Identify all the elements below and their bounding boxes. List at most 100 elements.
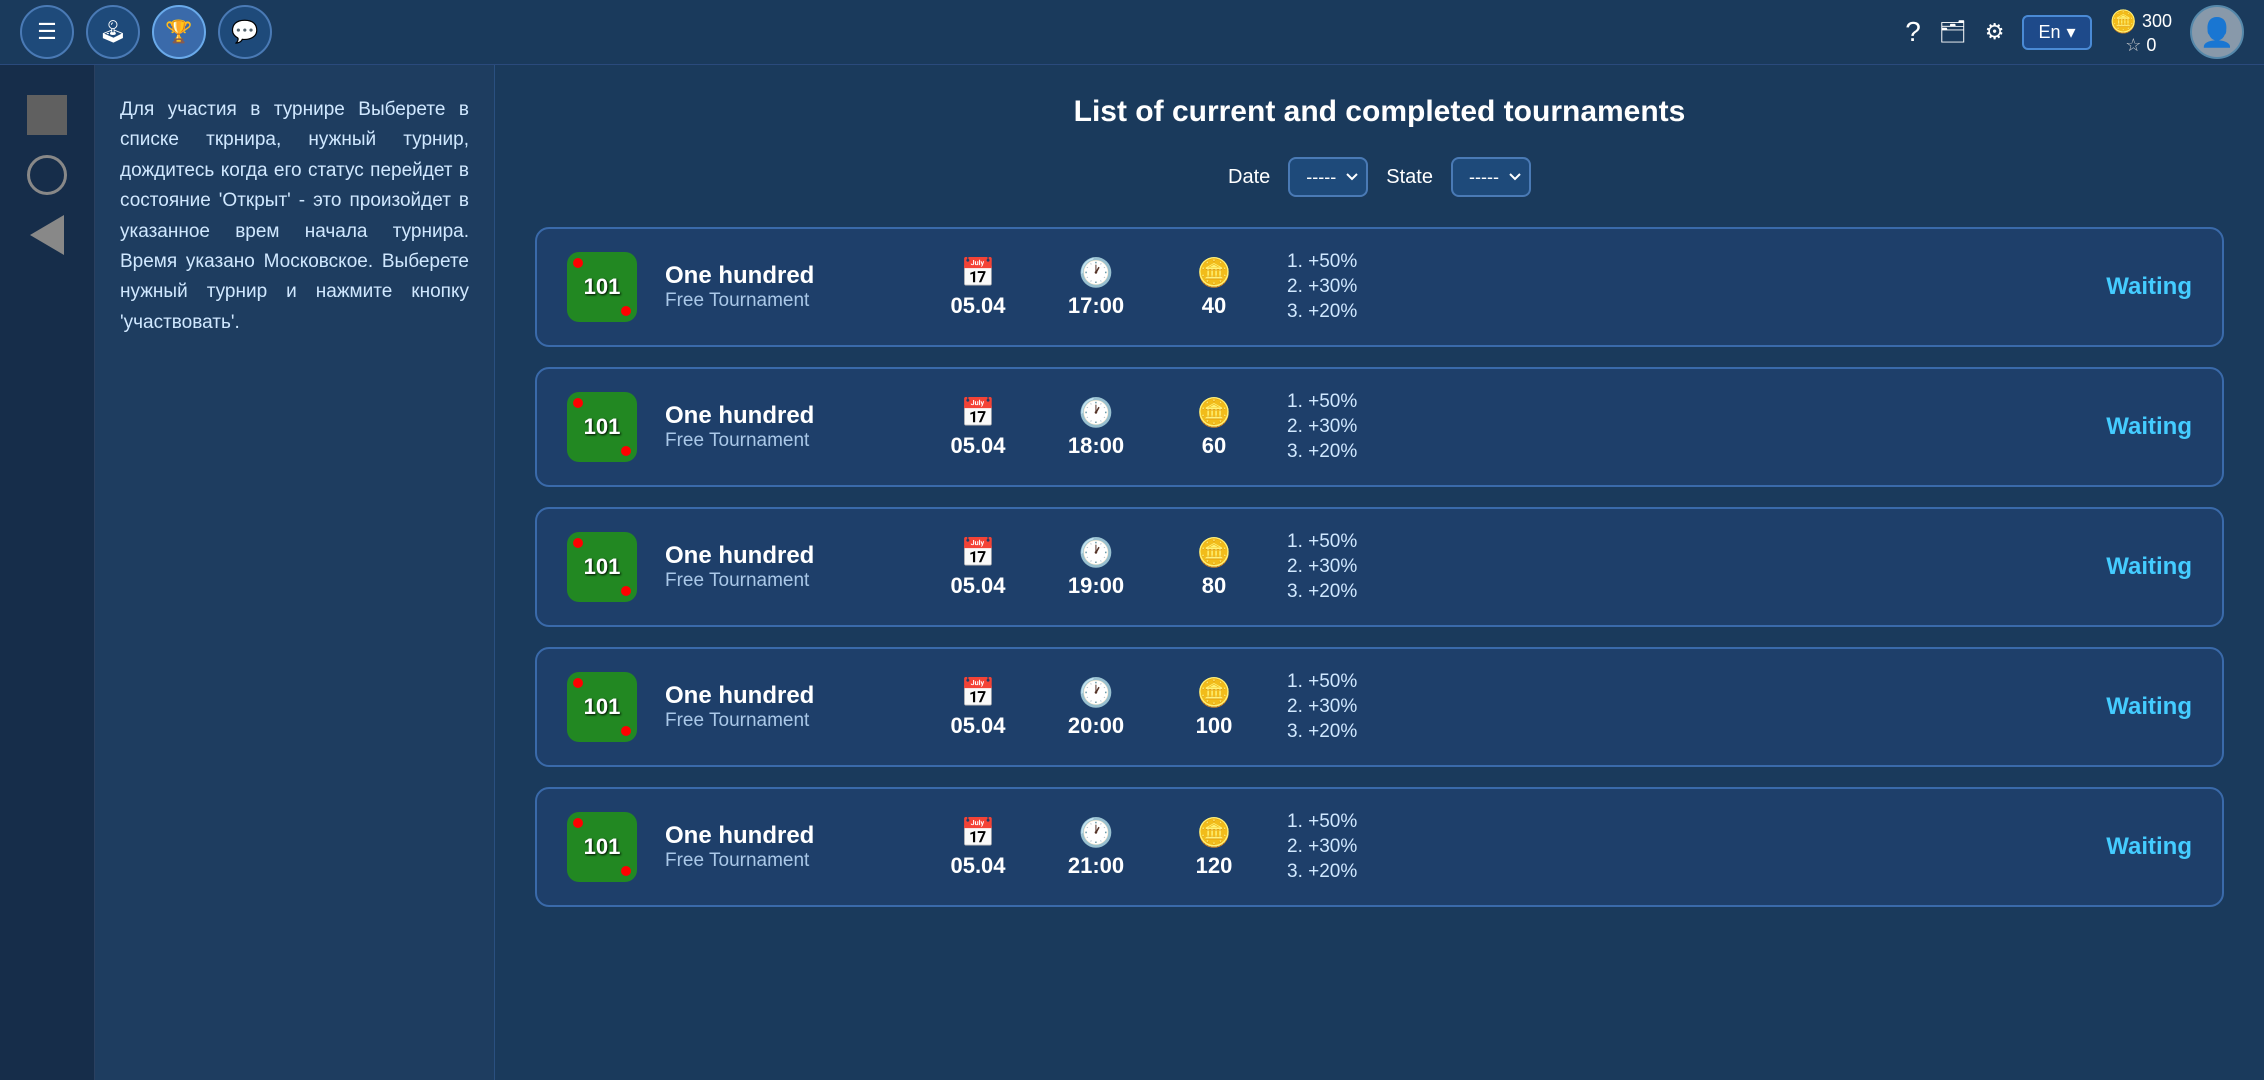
tournament-status: Waiting (2106, 273, 2192, 301)
tournament-card[interactable]: 101 One hundred Free Tournament 📅 05.04 … (535, 787, 2224, 907)
tournament-name: One hundred (665, 262, 905, 290)
tournament-date: 05.04 (950, 853, 1005, 879)
tournament-type: Free Tournament (665, 570, 905, 592)
tournament-time-block: 🕐 19:00 (1051, 536, 1141, 599)
tournament-coins: 80 (1202, 573, 1226, 599)
tournament-time-block: 🕐 21:00 (1051, 816, 1141, 879)
main-layout: Для участия в турнире Выберете в списке … (0, 65, 2264, 1080)
tournament-coins-block: 🪙 40 (1169, 256, 1259, 319)
tournament-time-block: 🕐 20:00 (1051, 676, 1141, 739)
tournament-coins-block: 🪙 80 (1169, 536, 1259, 599)
tournament-date-block: 📅 05.04 (933, 676, 1023, 739)
calendar-icon: 📅 (961, 816, 996, 849)
tournament-prize-block: 1. +50% 2. +30% 3. +20% (1287, 811, 1407, 883)
tournament-name-block: One hundred Free Tournament (665, 542, 905, 592)
trophy-icon: 🏆 (165, 19, 192, 45)
language-arrow-icon: ▾ (2067, 22, 2076, 43)
clock-icon: 🕐 (1079, 816, 1114, 849)
prize-second: 2. +30% (1287, 416, 1407, 438)
state-filter-select[interactable]: ----- (1451, 157, 1531, 197)
coins-icon: 🪙 (1197, 816, 1232, 849)
help-text: Для участия в турнире Выберете в списке … (120, 95, 469, 338)
tournament-date-block: 📅 05.04 (933, 816, 1023, 879)
tournament-name: One hundred (665, 402, 905, 430)
tournament-name-block: One hundred Free Tournament (665, 822, 905, 872)
tournament-coins: 100 (1196, 713, 1233, 739)
menu-button[interactable]: ☰ (20, 5, 74, 59)
tournament-status: Waiting (2106, 693, 2192, 721)
tournament-coins-block: 🪙 100 (1169, 676, 1259, 739)
avatar-icon: 👤 (2200, 16, 2235, 49)
tournament-status: Waiting (2106, 833, 2192, 861)
coins-icon: 🪙 (1197, 256, 1232, 289)
prize-third: 3. +20% (1287, 581, 1407, 603)
sidebar-square-icon (27, 95, 67, 135)
tournament-coins-block: 🪙 60 (1169, 396, 1259, 459)
menu-icon: ☰ (37, 19, 57, 45)
tournament-card[interactable]: 101 One hundred Free Tournament 📅 05.04 … (535, 507, 2224, 627)
main-content: List of current and completed tournament… (495, 65, 2264, 1080)
tournament-card[interactable]: 101 One hundred Free Tournament 📅 05.04 … (535, 647, 2224, 767)
coin-icon: 🪙 (2110, 9, 2137, 35)
tournament-icon: 101 (567, 252, 637, 322)
tournament-status: Waiting (2106, 553, 2192, 581)
tournament-card[interactable]: 101 One hundred Free Tournament 📅 05.04 … (535, 227, 2224, 347)
tournament-time: 20:00 (1068, 713, 1124, 739)
tournament-status: Waiting (2106, 413, 2192, 441)
tournament-icon: 101 (567, 532, 637, 602)
tournament-coins-block: 🪙 120 (1169, 816, 1259, 879)
tournament-name: One hundred (665, 822, 905, 850)
date-filter-select[interactable]: ----- (1288, 157, 1368, 197)
prize-first: 1. +50% (1287, 811, 1407, 833)
prize-third: 3. +20% (1287, 441, 1407, 463)
gamepad-button[interactable]: 🕹 (86, 5, 140, 59)
sidebar-back-icon[interactable] (30, 215, 64, 255)
tournament-name: One hundred (665, 542, 905, 570)
tournament-date: 05.04 (950, 713, 1005, 739)
help-button[interactable]: ? (1905, 16, 1921, 48)
avatar[interactable]: 👤 (2190, 5, 2244, 59)
tournament-time: 21:00 (1068, 853, 1124, 879)
tournament-type: Free Tournament (665, 430, 905, 452)
tournament-coins: 60 (1202, 433, 1226, 459)
tournament-type: Free Tournament (665, 850, 905, 872)
clock-icon: 🕐 (1079, 676, 1114, 709)
tournament-card[interactable]: 101 One hundred Free Tournament 📅 05.04 … (535, 367, 2224, 487)
calendar-icon: 📅 (961, 256, 996, 289)
tournament-icon: 101 (567, 392, 637, 462)
tournament-icon: 101 (567, 672, 637, 742)
tournament-icon-text: 101 (584, 694, 621, 720)
clock-icon: 🕐 (1079, 396, 1114, 429)
calendar-icon: 📅 (961, 396, 996, 429)
date-filter-label: Date (1228, 166, 1270, 189)
stars-amount: 0 (2146, 35, 2156, 56)
tournament-icon-text: 101 (584, 274, 621, 300)
settings-button[interactable]: ⚙ (1985, 19, 2005, 45)
chat-icon: 💬 (231, 19, 258, 45)
prize-second: 2. +30% (1287, 836, 1407, 858)
chat-button[interactable]: 💬 (218, 5, 272, 59)
calendar-icon: 📅 (961, 536, 996, 569)
wallet-button[interactable]: 🗂 (1939, 19, 1967, 45)
tournament-icon-text: 101 (584, 834, 621, 860)
tournament-type: Free Tournament (665, 290, 905, 312)
trophy-button[interactable]: 🏆 (152, 5, 206, 59)
tournament-date-block: 📅 05.04 (933, 256, 1023, 319)
tournament-name-block: One hundred Free Tournament (665, 402, 905, 452)
coins-icon: 🪙 (1197, 536, 1232, 569)
tournament-time: 17:00 (1068, 293, 1124, 319)
tournament-time: 18:00 (1068, 433, 1124, 459)
tournament-date: 05.04 (950, 293, 1005, 319)
tournament-list: 101 One hundred Free Tournament 📅 05.04 … (535, 227, 2224, 907)
language-selector[interactable]: En ▾ (2022, 15, 2091, 50)
prize-first: 1. +50% (1287, 671, 1407, 693)
help-panel: Для участия в турнире Выберете в списке … (95, 65, 495, 1080)
tournament-time-block: 🕐 18:00 (1051, 396, 1141, 459)
tournament-coins: 40 (1202, 293, 1226, 319)
tournament-date: 05.04 (950, 573, 1005, 599)
calendar-icon: 📅 (961, 676, 996, 709)
prize-second: 2. +30% (1287, 276, 1407, 298)
state-filter-label: State (1386, 166, 1433, 189)
clock-icon: 🕐 (1079, 536, 1114, 569)
tournament-name-block: One hundred Free Tournament (665, 262, 905, 312)
